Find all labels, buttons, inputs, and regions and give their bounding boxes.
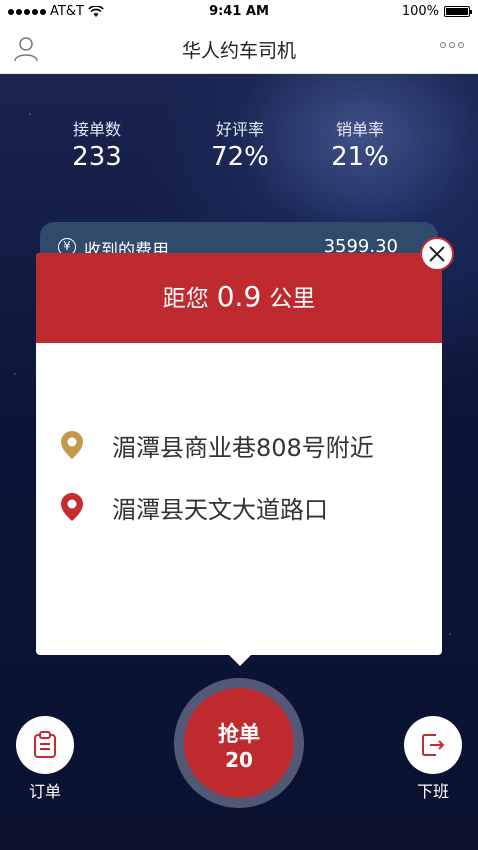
grab-order-button[interactable]: 抢单 20 (184, 688, 294, 798)
popup-pointer (228, 654, 252, 666)
close-button[interactable] (420, 237, 454, 271)
destination-pin-icon (61, 493, 83, 521)
stats-panel: 接单数 233 好评率 72% 销单率 21% (0, 116, 478, 186)
stat-rating-value: 72% (211, 142, 269, 172)
popup-header: 距您 0.9 公里 (36, 253, 442, 343)
orders-button[interactable] (16, 716, 74, 774)
end-address-row: 湄潭县天文大道路口 (60, 490, 328, 524)
stat-rating-label: 好评率 (215, 120, 264, 139)
end-address: 湄潭县天文大道路口 (112, 495, 328, 524)
battery-info: 100% (401, 4, 472, 19)
distance-text: 距您 0.9 公里 (36, 279, 442, 313)
battery-icon (444, 6, 472, 17)
off-duty-label: 下班 (416, 782, 449, 801)
logout-icon (422, 734, 445, 756)
stat-orders: 接单数 233 (37, 116, 157, 172)
location-pin-icon (61, 431, 83, 459)
start-address: 湄潭县商业巷808号附近 (112, 433, 374, 462)
page-title: 华人约车司机 (181, 40, 296, 62)
grab-order-label: 抢单 (218, 722, 260, 746)
nav-bar: 华人约车司机 (0, 24, 478, 74)
close-icon (429, 246, 445, 262)
status-bar: AT&T 9:41 AM 100% (0, 0, 478, 24)
off-duty-button[interactable] (404, 716, 462, 774)
stat-rating: 好评率 72% (180, 116, 300, 172)
distance-prefix: 距您 (162, 286, 209, 312)
stat-cancel: 销单率 21% (300, 116, 420, 172)
grab-order-count: 20 (225, 748, 253, 772)
distance-unit: 公里 (269, 286, 316, 312)
battery-percent: 100% (401, 4, 439, 19)
start-address-row: 湄潭县商业巷808号附近 (60, 428, 374, 462)
more-icon[interactable] (440, 42, 464, 48)
stat-cancel-label: 销单率 (335, 120, 384, 139)
distance-value: 0.9 (216, 280, 262, 313)
clipboard-icon (34, 731, 56, 758)
orders-label: 订单 (28, 782, 61, 801)
stat-orders-value: 233 (72, 142, 122, 172)
stat-orders-label: 接单数 (72, 120, 121, 139)
stat-cancel-value: 21% (331, 142, 389, 172)
